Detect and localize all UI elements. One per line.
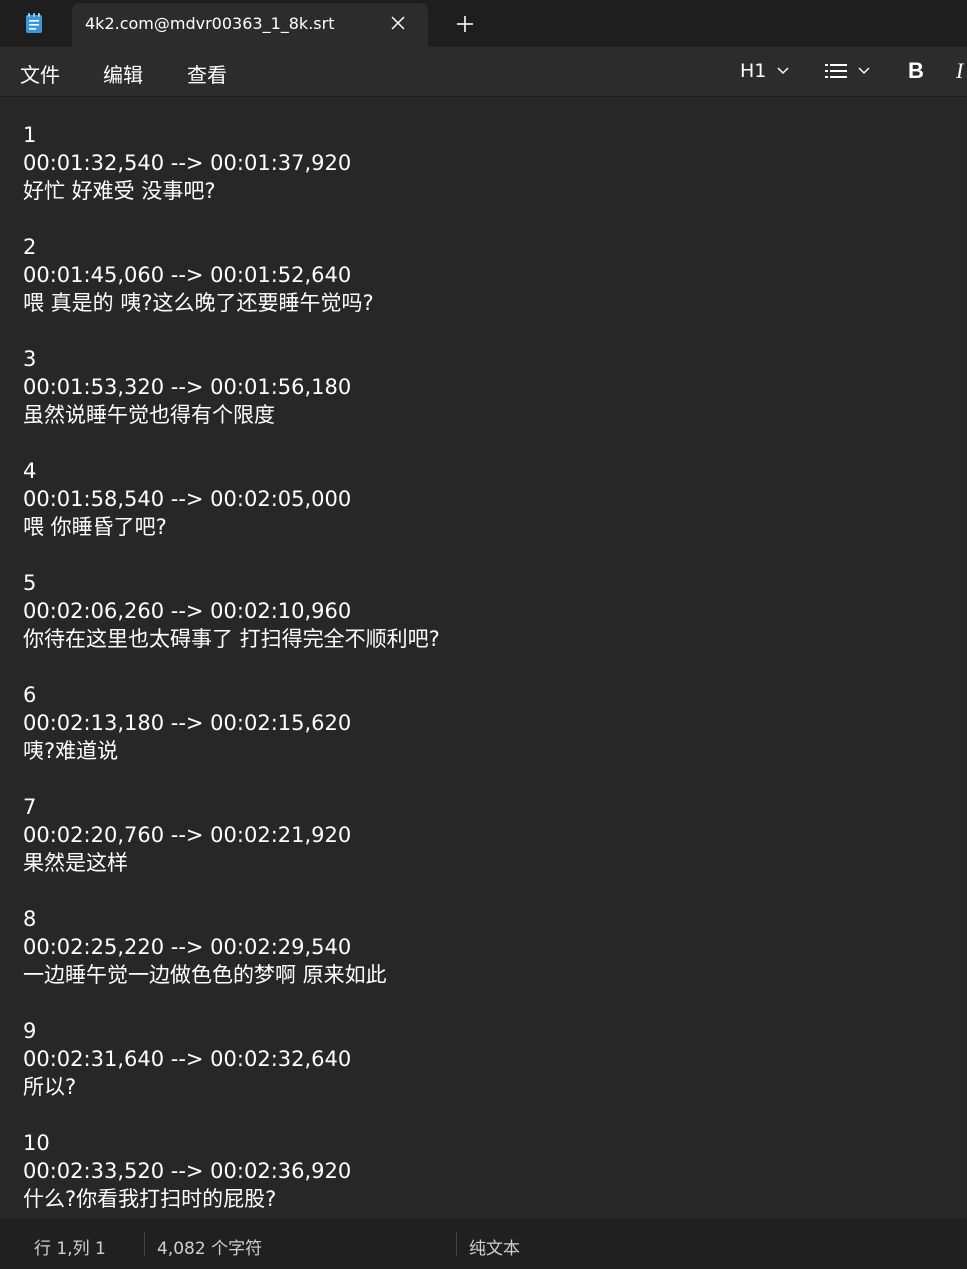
entry-text: 咦?难道说 [23,739,119,763]
subtitle-entry: 1 00:01:32,540 --> 00:01:37,920 好忙 好难受 没… [23,121,440,205]
notepad-icon [26,13,42,33]
chevron-down-icon [858,67,870,75]
entry-time: 00:02:33,520 --> 00:02:36,920 [23,1159,352,1183]
bold-label: B [908,58,924,83]
character-count: 4,082 个字符 [157,1239,263,1259]
entry-time: 00:02:31,640 --> 00:02:32,640 [23,1047,352,1071]
entry-index: 5 [23,571,37,595]
subtitle-entry: 9 00:02:31,640 --> 00:02:32,640 所以? [23,1017,440,1101]
editor-content: 1 00:01:32,540 --> 00:01:37,920 好忙 好难受 没… [23,121,440,1219]
text-editor[interactable]: 1 00:01:32,540 --> 00:01:37,920 好忙 好难受 没… [0,97,967,1219]
status-bar: 行 1,列 1 4,082 个字符 纯文本 [0,1219,967,1269]
entry-index: 7 [23,795,37,819]
subtitle-entry: 10 00:02:33,520 --> 00:02:36,920 什么?你看我打… [23,1129,440,1213]
subtitle-entry: 6 00:02:13,180 --> 00:02:15,620 咦?难道说 [23,681,440,765]
italic-button[interactable]: I [956,58,964,83]
status-divider [144,1232,145,1256]
heading-dropdown[interactable]: H1 [740,59,790,83]
cursor-position[interactable]: 行 1,列 1 [34,1234,106,1259]
entry-time: 00:01:45,060 --> 00:01:52,640 [23,263,352,287]
entry-time: 00:02:06,260 --> 00:02:10,960 [23,599,352,623]
entry-text: 喂 真是的 咦?这么晚了还要睡午觉吗? [23,291,374,315]
chevron-down-icon [777,67,789,75]
menu-edit[interactable]: 编辑 [103,59,143,88]
close-icon[interactable] [390,15,406,31]
entry-text: 好忙 好难受 没事吧? [23,179,216,203]
entry-text: 喂 你睡昏了吧? [23,515,167,539]
entry-index: 1 [23,123,37,147]
tab-title: 4k2.com@mdvr00363_1_8k.srt [85,14,335,33]
menu-bar: 文件 编辑 查看 H1 B I [0,47,967,97]
list-dropdown[interactable] [825,59,871,83]
entry-text: 一边睡午觉一边做色色的梦啊 原来如此 [23,963,387,987]
subtitle-entry: 8 00:02:25,220 --> 00:02:29,540 一边睡午觉一边做… [23,905,440,989]
entry-index: 9 [23,1019,37,1043]
entry-index: 6 [23,683,37,707]
entry-text: 你待在这里也太碍事了 打扫得完全不顺利吧? [23,627,440,651]
entry-index: 8 [23,907,37,931]
menu-view[interactable]: 查看 [187,59,227,88]
subtitle-entry: 7 00:02:20,760 --> 00:02:21,920 果然是这样 [23,793,440,877]
menu-file[interactable]: 文件 [20,59,60,88]
bold-button[interactable]: B [908,58,924,83]
entry-index: 4 [23,459,37,483]
italic-label: I [956,58,964,83]
list-icon [825,64,847,78]
entry-time: 00:02:20,760 --> 00:02:21,920 [23,823,352,847]
subtitle-entry: 2 00:01:45,060 --> 00:01:52,640 喂 真是的 咦?… [23,233,440,317]
entry-index: 3 [23,347,37,371]
entry-time: 00:01:53,320 --> 00:01:56,180 [23,375,352,399]
title-bar: 4k2.com@mdvr00363_1_8k.srt [0,0,967,47]
subtitle-entry: 5 00:02:06,260 --> 00:02:10,960 你待在这里也太碍… [23,569,440,653]
subtitle-entry: 3 00:01:53,320 --> 00:01:56,180 虽然说睡午觉也得… [23,345,440,429]
entry-time: 00:02:13,180 --> 00:02:15,620 [23,711,352,735]
status-divider [456,1232,457,1256]
heading-label: H1 [740,60,767,82]
notepad-window: 4k2.com@mdvr00363_1_8k.srt 文件 编辑 查看 H1 B… [0,0,967,1269]
text-format[interactable]: 纯文本 [469,1234,520,1259]
entry-time: 00:01:32,540 --> 00:01:37,920 [23,151,352,175]
plus-icon[interactable] [455,14,475,34]
entry-index: 2 [23,235,37,259]
tab-file[interactable]: 4k2.com@mdvr00363_1_8k.srt [72,3,428,47]
subtitle-entry: 4 00:01:58,540 --> 00:02:05,000 喂 你睡昏了吧? [23,457,440,541]
entry-text: 果然是这样 [23,851,128,875]
entry-time: 00:01:58,540 --> 00:02:05,000 [23,487,352,511]
entry-text: 什么?你看我打扫时的屁股? [23,1187,277,1211]
entry-time: 00:02:25,220 --> 00:02:29,540 [23,935,352,959]
entry-text: 所以? [23,1075,77,1099]
entry-text: 虽然说睡午觉也得有个限度 [23,403,275,427]
entry-index: 10 [23,1131,50,1155]
